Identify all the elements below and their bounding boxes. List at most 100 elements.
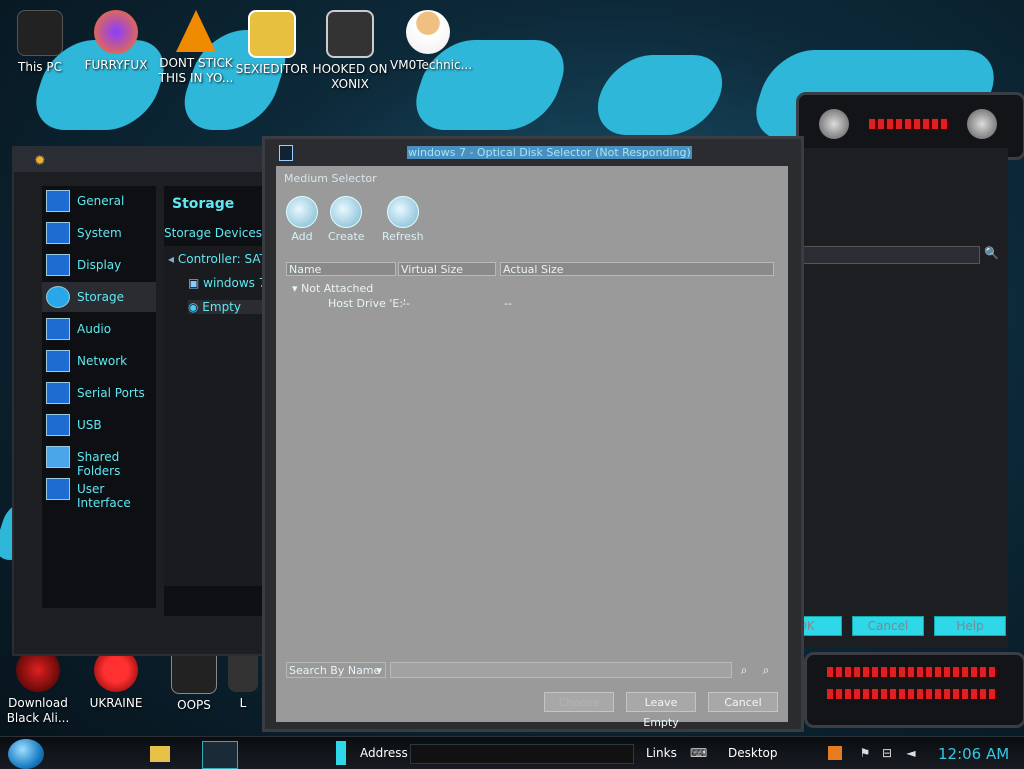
alien-head-icon	[819, 109, 849, 139]
optical-disc-icon: ◉	[188, 300, 203, 314]
keyboard-icon[interactable]: ⌨	[690, 746, 707, 760]
nav-item-system[interactable]: System	[42, 218, 156, 248]
vm-settings-window: ✹ General System Display Storage Audio N…	[12, 146, 268, 656]
folder-icon	[46, 446, 70, 468]
medium-row-host-drive[interactable]: Host Drive 'E:'	[328, 297, 406, 310]
desktop-icon-this-pc[interactable]: This PC	[2, 10, 78, 75]
cancel-button[interactable]: Cancel	[708, 692, 778, 712]
dialog-title: windows 7 - Optical Disk Selector (Not R…	[407, 146, 692, 159]
add-button[interactable]: Add	[286, 196, 318, 243]
desktop-icon-ukraine[interactable]: UKRAINE	[78, 648, 154, 711]
nav-item-general[interactable]: General	[42, 186, 156, 216]
nav-item-network[interactable]: Network	[42, 346, 156, 376]
create-button[interactable]: Create	[328, 196, 365, 243]
taskbar: Address Links ⌨ Desktop ⚑ ⊟ ◄ 12:06 AM	[0, 736, 1024, 769]
dialog-content: Medium Selector Add Create Refresh Name …	[276, 166, 788, 729]
firefox-icon	[94, 10, 138, 54]
settings-dropdown[interactable]	[798, 246, 980, 264]
hxd-editor-icon	[248, 10, 296, 58]
file-explorer-icon[interactable]	[150, 746, 170, 762]
system-chip-icon	[46, 222, 70, 244]
add-disc-icon	[286, 196, 318, 228]
storage-tree[interactable]: ◂ Controller: SAT ▣ windows 7 ◉ Empty	[164, 246, 267, 586]
storage-pane: Storage Storage Devices ◂ Controller: SA…	[164, 186, 267, 616]
storage-devices-label: Storage Devices	[164, 226, 263, 240]
medium-row-actual-size: --	[504, 297, 512, 310]
search-mode-select[interactable]: Search By Name ▾	[286, 662, 386, 678]
alien-head-icon	[967, 109, 997, 139]
nav-item-serial-ports[interactable]: Serial Ports	[42, 378, 156, 408]
usb-icon	[46, 414, 70, 436]
medium-toolbar: Add Create Refresh	[276, 188, 788, 248]
general-icon	[46, 190, 70, 212]
links-toolbar[interactable]: Links	[646, 746, 677, 760]
desktop-icon-vm0technic[interactable]: VM0Technic...	[390, 10, 472, 73]
settings-cancel-button[interactable]: Cancel	[852, 616, 924, 636]
column-name[interactable]: Name	[286, 262, 396, 276]
tree-disk[interactable]: ▣ windows 7	[188, 276, 266, 290]
storage-disc-icon	[46, 286, 70, 308]
choose-button[interactable]: Choose	[544, 692, 614, 712]
search-previous-icon[interactable]: ⌕	[736, 662, 752, 678]
vlc-cone-icon	[176, 10, 216, 52]
tree-optical-empty[interactable]: ◉ Empty	[188, 300, 264, 314]
address-label: Address	[360, 746, 408, 760]
leave-empty-button[interactable]: Leave Empty	[626, 692, 696, 729]
settings-help-button[interactable]: Help	[934, 616, 1006, 636]
settings-window-right-part: 🔍	[798, 148, 1008, 648]
search-input[interactable]	[390, 662, 732, 678]
network-icon[interactable]: ⊟	[880, 746, 894, 760]
refresh-icon	[386, 196, 419, 228]
nav-item-storage[interactable]: Storage	[42, 282, 156, 312]
nav-item-usb[interactable]: USB	[42, 410, 156, 440]
dialog-bottom-bar: Search By Name ▾ ⌕ ⌕ Choose Leave Empty C…	[276, 656, 788, 729]
search-next-icon[interactable]: ⌕	[758, 662, 774, 678]
optical-disk-selector-dialog: windows 7 - Optical Disk Selector (Not R…	[262, 136, 804, 732]
doctor-avatar-icon	[406, 10, 450, 54]
virtualbox-taskbar-icon[interactable]	[202, 741, 238, 769]
controller-icon: ◂	[168, 252, 178, 266]
wallpaper-graffiti	[587, 55, 733, 135]
desktop-icon-download-black-ali[interactable]: Download Black Ali...	[0, 648, 76, 726]
column-actual-size[interactable]: Actual Size	[500, 262, 774, 276]
desktop-icon-dont-stick[interactable]: DONT STICK THIS IN YO...	[158, 10, 234, 86]
dialog-app-icon	[279, 145, 293, 161]
desktop-icon-oops[interactable]: OOPS	[156, 648, 232, 713]
address-input[interactable]	[410, 744, 634, 764]
desktop-icon-partial[interactable]: L	[226, 648, 260, 711]
page-title: Storage	[172, 196, 235, 212]
nav-item-shared-folders[interactable]: Shared Folders	[42, 442, 156, 478]
gear-icon: ✹	[34, 153, 46, 169]
display-monitor-icon	[46, 254, 70, 276]
speaker-icon	[46, 318, 70, 340]
desktop-icon-hooked-on-xonix[interactable]: HOOKED ON XONIX	[312, 10, 388, 92]
start-orb-button[interactable]	[8, 739, 44, 769]
tray-app-icon[interactable]	[828, 746, 842, 760]
nav-item-user-interface[interactable]: User Interface	[42, 474, 156, 510]
network-icon	[46, 350, 70, 372]
nav-item-display[interactable]: Display	[42, 250, 156, 280]
group-not-attached[interactable]: ▾ Not Attached	[292, 282, 373, 295]
action-center-flag-icon[interactable]: ⚑	[858, 746, 872, 760]
computer-icon	[17, 10, 63, 56]
create-disc-icon	[330, 196, 363, 228]
red-led-strip	[869, 119, 949, 129]
address-bar-handle[interactable]	[336, 741, 346, 765]
chevron-down-icon: ▾	[376, 664, 382, 677]
medium-row-virtual-size: --	[402, 297, 410, 310]
desktop-icon-furryfux[interactable]: FURRYFUX	[78, 10, 154, 73]
red-meter-bar	[827, 667, 997, 677]
hard-disk-icon: ▣	[188, 276, 204, 290]
refresh-button[interactable]: Refresh	[382, 196, 424, 243]
settings-nav: General System Display Storage Audio Net…	[42, 186, 156, 608]
desktop-icon-sexieditor[interactable]: SEXIEDITOR	[234, 10, 310, 77]
desktop-toolbar[interactable]: Desktop	[728, 746, 778, 760]
volume-icon[interactable]: ◄	[904, 746, 918, 760]
medium-table-header: Name Virtual Size Actual Size	[286, 262, 776, 276]
column-virtual-size[interactable]: Virtual Size	[398, 262, 496, 276]
nav-item-audio[interactable]: Audio	[42, 314, 156, 344]
tree-controller[interactable]: ◂ Controller: SAT	[168, 252, 267, 266]
search-magnifier-icon[interactable]: 🔍	[984, 246, 1000, 262]
alien-meter-widget	[804, 652, 1024, 728]
taskbar-clock[interactable]: 12:06 AM	[938, 745, 1009, 763]
